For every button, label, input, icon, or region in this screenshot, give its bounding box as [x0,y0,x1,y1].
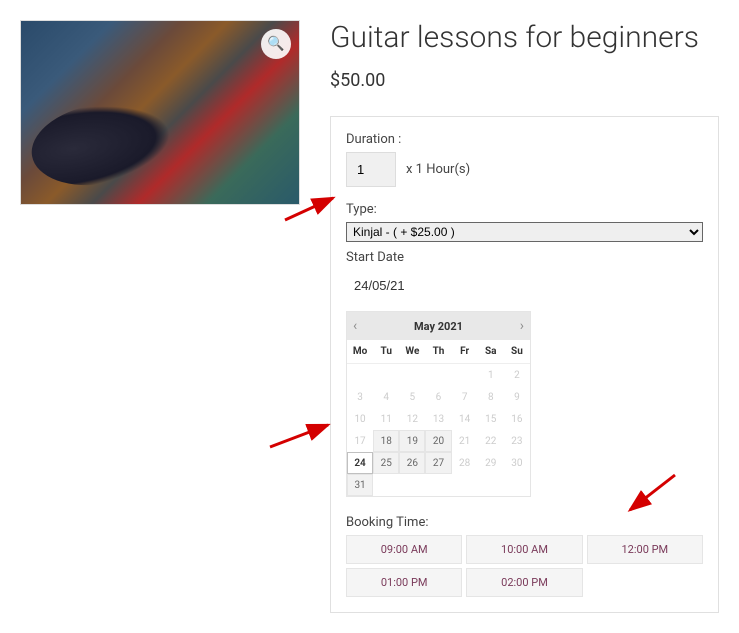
duration-suffix: x 1 Hour(s) [406,162,470,177]
start-date-input[interactable] [346,270,526,301]
duration-label: Duration : [346,132,703,147]
calendar-day: 22 [478,430,504,452]
booking-time-label: Booking Time: [346,515,703,530]
calendar-month: May 2021 [414,320,463,333]
calendar-day: 29 [478,452,504,474]
calendar-day [347,364,373,386]
calendar-day[interactable]: 20 [425,430,451,452]
calendar-day [399,364,425,386]
time-slot[interactable]: 10:00 AM [466,535,582,564]
time-slot[interactable]: 09:00 AM [346,535,462,564]
booking-form: Duration : x 1 Hour(s) Type: Kinjal - ( … [330,116,719,613]
calendar-day[interactable]: 19 [399,430,425,452]
calendar-day: 23 [504,430,530,452]
calendar-day [452,364,478,386]
duration-input[interactable] [346,152,396,187]
calendar-day: 14 [452,408,478,430]
calendar-day: 9 [504,386,530,408]
calendar-dow: Sa [478,340,504,364]
calendar-day [425,364,451,386]
calendar-dow: Th [425,340,451,364]
calendar-day[interactable]: 31 [347,474,373,496]
calendar-day: 12 [399,408,425,430]
calendar-day [504,474,530,496]
calendar-day: 7 [452,386,478,408]
calendar-day: 30 [504,452,530,474]
calendar-day: 16 [504,408,530,430]
calendar-next-icon[interactable]: › [520,318,524,334]
calendar: ‹ May 2021 › MoTuWeThFrSaSu1234567891011… [346,311,531,497]
type-select[interactable]: Kinjal - ( + $25.00 ) [346,222,703,242]
calendar-day [399,474,425,496]
calendar-day[interactable]: 25 [373,452,399,474]
product-image[interactable]: 🔍 [20,20,300,205]
calendar-day: 21 [452,430,478,452]
calendar-day: 4 [373,386,399,408]
time-slot[interactable]: 12:00 PM [587,535,703,564]
calendar-day: 8 [478,386,504,408]
calendar-day [373,364,399,386]
calendar-day: 17 [347,430,373,452]
calendar-day: 15 [478,408,504,430]
calendar-day [478,474,504,496]
calendar-day [425,474,451,496]
calendar-day: 28 [452,452,478,474]
zoom-icon[interactable]: 🔍 [261,29,291,59]
calendar-day[interactable]: 18 [373,430,399,452]
calendar-day: 5 [399,386,425,408]
calendar-day: 2 [504,364,530,386]
calendar-dow: Su [504,340,530,364]
time-slot[interactable]: 02:00 PM [466,568,582,597]
calendar-prev-icon[interactable]: ‹ [353,318,357,334]
calendar-dow: Mo [347,340,373,364]
calendar-dow: Tu [373,340,399,364]
calendar-day [373,474,399,496]
product-price: $50.00 [330,70,719,91]
calendar-day: 1 [478,364,504,386]
calendar-dow: Fr [452,340,478,364]
calendar-day[interactable]: 27 [425,452,451,474]
time-slot[interactable]: 01:00 PM [346,568,462,597]
calendar-day [452,474,478,496]
calendar-day[interactable]: 24 [347,452,373,474]
calendar-day: 11 [373,408,399,430]
calendar-day: 10 [347,408,373,430]
product-title: Guitar lessons for beginners [330,20,719,55]
calendar-dow: We [399,340,425,364]
calendar-day: 3 [347,386,373,408]
type-label: Type: [346,202,703,217]
calendar-day: 13 [425,408,451,430]
calendar-day: 6 [425,386,451,408]
calendar-day[interactable]: 26 [399,452,425,474]
start-date-label: Start Date [346,250,703,265]
